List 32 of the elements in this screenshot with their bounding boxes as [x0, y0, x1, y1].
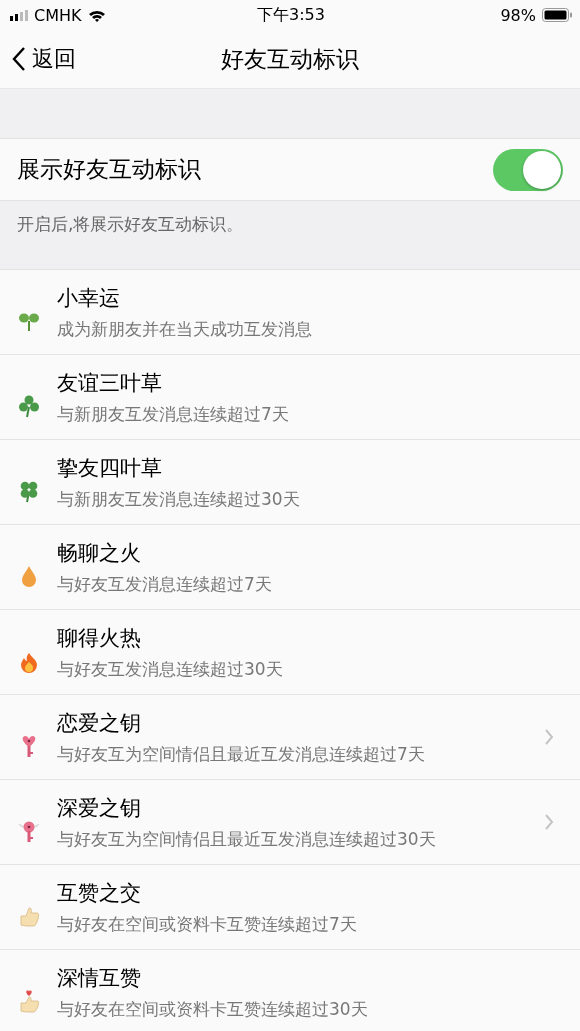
- badge-description: 与好友在空间或资料卡互赞连续超过7天: [57, 912, 358, 936]
- badge-title: 恋爱之钥: [57, 709, 142, 737]
- badge-title: 友谊三叶草: [57, 369, 163, 397]
- setting-note: 开启后,将展示好友互动标识。: [17, 214, 244, 234]
- badge-title: 深爱之钥: [57, 794, 142, 822]
- wifi-icon: [87, 8, 106, 22]
- toggle-switch[interactable]: [493, 148, 563, 191]
- badge-description: 与好友互发消息连续超过7天: [57, 572, 273, 596]
- setting-label: 展示好友互动标识: [17, 155, 201, 184]
- badge-title: 聊得火热: [57, 624, 142, 652]
- badge-title: 挚友四叶草: [57, 454, 163, 482]
- carrier-name: CMHK: [34, 5, 82, 25]
- winged-key-icon: [16, 819, 41, 843]
- signal-icon: [10, 9, 28, 21]
- badge-description: 成为新朋友并在当天成功互发消息: [57, 317, 313, 341]
- badge-description: 与好友互为空间情侣且最近互发消息连续超过30天: [57, 827, 437, 851]
- page-title: 好友互动标识: [221, 44, 359, 74]
- badge-title: 畅聊之火: [57, 539, 142, 567]
- badge-description: 与新朋友互发消息连续超过7天: [57, 402, 290, 426]
- battery-level: 98%: [500, 5, 536, 25]
- badge-description: 与好友在空间或资料卡互赞连续超过30天: [57, 997, 369, 1021]
- badge-title: 深情互赞: [57, 964, 142, 992]
- badge-description: 与新朋友互发消息连续超过30天: [57, 487, 301, 511]
- back-button[interactable]: 返回: [0, 44, 110, 74]
- status-time: 下午3:53: [257, 4, 325, 26]
- badge-description: 与好友互为空间情侣且最近互发消息连续超过7天: [57, 742, 426, 766]
- clover-icon: [16, 394, 41, 418]
- badge-description: 与好友互发消息连续超过30天: [57, 657, 284, 681]
- badge-title: 互赞之交: [57, 879, 142, 907]
- badge-title: 小幸运: [57, 284, 121, 312]
- battery-icon: [542, 8, 572, 22]
- chevron-left-icon: [12, 46, 26, 72]
